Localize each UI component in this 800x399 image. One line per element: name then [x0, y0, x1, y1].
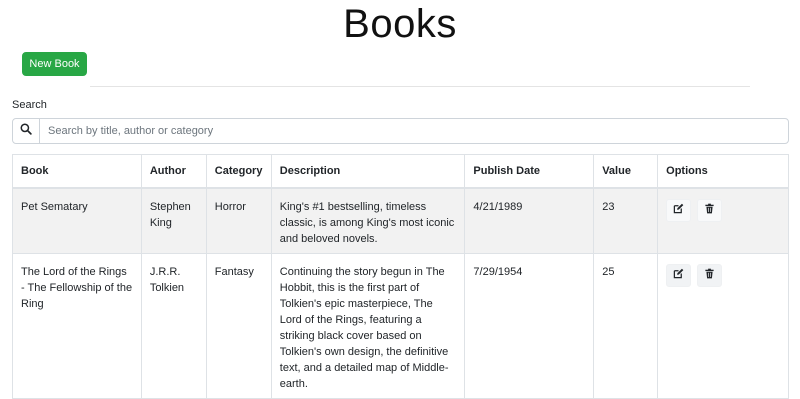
- search-label: Search: [12, 99, 47, 111]
- cell-value: 25: [593, 253, 659, 399]
- search-icon: [20, 122, 32, 140]
- header-divider: [90, 86, 750, 87]
- trash-icon: [704, 203, 715, 219]
- cell-value: 23: [593, 187, 659, 254]
- cell-book: The Lord of the Rings - The Fellowship o…: [12, 253, 142, 399]
- header-options: Options: [657, 154, 789, 189]
- cell-author: Stephen King: [140, 187, 207, 254]
- delete-button[interactable]: [697, 264, 723, 287]
- new-book-button[interactable]: New Book: [22, 52, 87, 76]
- search-group: [12, 118, 789, 144]
- header-book: Book: [12, 154, 142, 189]
- cell-category: Fantasy: [205, 253, 272, 399]
- header-author: Author: [140, 154, 207, 189]
- cell-category: Horror: [205, 187, 272, 254]
- cell-author: J.R.R. Tolkien: [140, 253, 207, 399]
- header-description: Description: [270, 154, 466, 189]
- edit-button[interactable]: [666, 199, 692, 222]
- cell-options: [657, 187, 789, 254]
- table-row: The Lord of the Rings - The Fellowship o…: [12, 253, 789, 399]
- cell-publish-date: 7/29/1954: [464, 253, 595, 399]
- cell-description: King's #1 bestselling, timeless classic,…: [270, 187, 466, 254]
- edit-icon: [673, 203, 684, 219]
- cell-description: Continuing the story begun in The Hobbit…: [270, 253, 466, 399]
- search-addon: [13, 119, 40, 143]
- cell-options: [657, 253, 789, 399]
- edit-button[interactable]: [666, 264, 692, 287]
- delete-button[interactable]: [697, 199, 723, 222]
- table-row: Pet Sematary Stephen King Horror King's …: [12, 187, 789, 254]
- header-value: Value: [593, 154, 659, 189]
- books-table: Book Author Category Description Publish…: [12, 154, 789, 399]
- edit-icon: [673, 268, 684, 284]
- cell-book: Pet Sematary: [12, 187, 142, 254]
- table-header-row: Book Author Category Description Publish…: [12, 154, 789, 189]
- trash-icon: [704, 268, 715, 284]
- header-publish-date: Publish Date: [464, 154, 595, 189]
- header-category: Category: [205, 154, 272, 189]
- page-title: Books: [343, 2, 457, 46]
- search-input[interactable]: [40, 119, 788, 143]
- cell-publish-date: 4/21/1989: [464, 187, 595, 254]
